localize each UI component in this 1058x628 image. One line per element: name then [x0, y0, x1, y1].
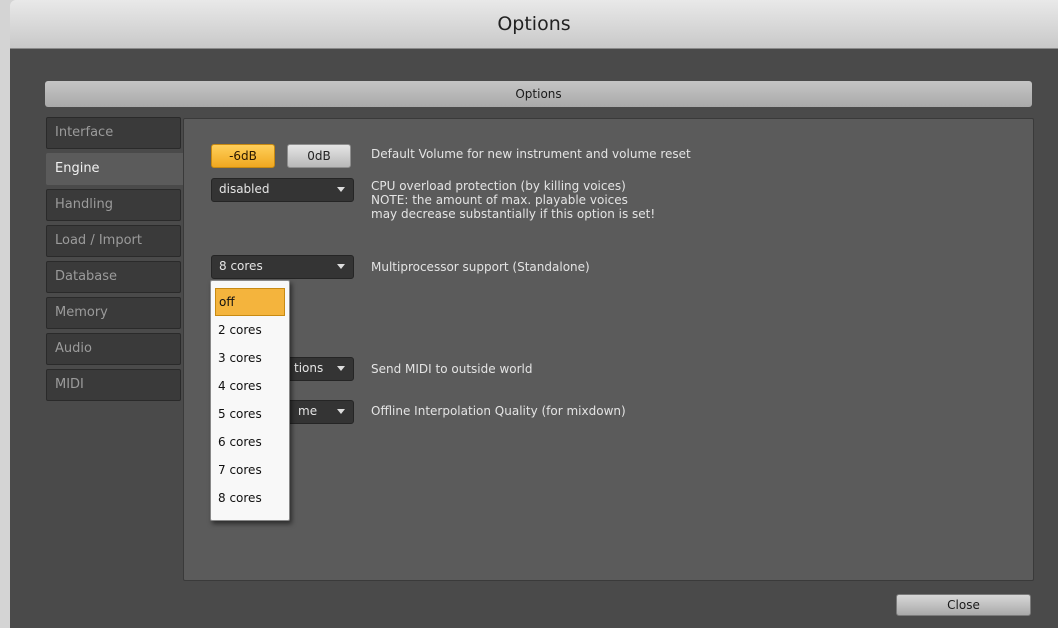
tab-load-import[interactable]: Load / Import [46, 225, 181, 257]
midi-output-description: Send MIDI to outside world [371, 362, 533, 376]
chevron-down-icon [337, 366, 345, 371]
close-button[interactable]: Close [896, 594, 1031, 616]
menu-item-3-cores[interactable]: 3 cores [215, 344, 285, 372]
cpu-description: CPU overload protection (by killing voic… [371, 179, 655, 221]
multiprocessor-value: 8 cores [219, 259, 263, 273]
volume-0db-button[interactable]: 0dB [287, 144, 351, 168]
tab-midi[interactable]: MIDI [46, 369, 181, 401]
volume-description: Default Volume for new instrument and vo… [371, 147, 691, 161]
options-window: Options Interface Engine Handling Load /… [10, 49, 1058, 628]
menu-item-2-cores[interactable]: 2 cores [215, 316, 285, 344]
chevron-down-icon [337, 409, 345, 414]
tab-interface[interactable]: Interface [46, 117, 181, 149]
menu-item-4-cores[interactable]: 4 cores [215, 372, 285, 400]
cpu-protection-value: disabled [219, 182, 270, 196]
interpolation-description: Offline Interpolation Quality (for mixdo… [371, 404, 626, 418]
interpolation-value: me [298, 404, 318, 418]
chevron-down-icon [337, 187, 345, 192]
tab-database[interactable]: Database [46, 261, 181, 293]
tab-memory[interactable]: Memory [46, 297, 181, 329]
menu-item-7-cores[interactable]: 7 cores [215, 456, 285, 484]
cpu-protection-dropdown[interactable]: disabled [211, 178, 354, 202]
options-header-title: Options [515, 87, 562, 101]
menu-item-off[interactable]: off [215, 288, 285, 316]
multiprocessor-description: Multiprocessor support (Standalone) [371, 260, 590, 274]
volume-minus6db-button[interactable]: -6dB [211, 144, 275, 168]
cpu-description-line1: CPU overload protection (by killing voic… [371, 179, 626, 193]
options-header: Options [45, 81, 1032, 107]
window-titlebar: Options [10, 0, 1058, 49]
tab-audio[interactable]: Audio [46, 333, 181, 365]
cpu-description-line2: NOTE: the amount of max. playable voices [371, 193, 628, 207]
midi-output-value: tions [294, 361, 324, 375]
menu-item-8-cores[interactable]: 8 cores [215, 484, 285, 512]
cpu-description-line3: may decrease substantially if this optio… [371, 207, 656, 221]
chevron-down-icon [337, 264, 345, 269]
window-title: Options [497, 13, 571, 35]
menu-item-5-cores[interactable]: 5 cores [215, 400, 285, 428]
menu-item-6-cores[interactable]: 6 cores [215, 428, 285, 456]
tab-handling[interactable]: Handling [46, 189, 181, 221]
options-tabs: Interface Engine Handling Load / Import … [46, 117, 186, 405]
multiprocessor-menu: off 2 cores 3 cores 4 cores 5 cores 6 co… [210, 280, 290, 521]
multiprocessor-dropdown[interactable]: 8 cores [211, 255, 354, 279]
tab-engine[interactable]: Engine [46, 153, 186, 185]
